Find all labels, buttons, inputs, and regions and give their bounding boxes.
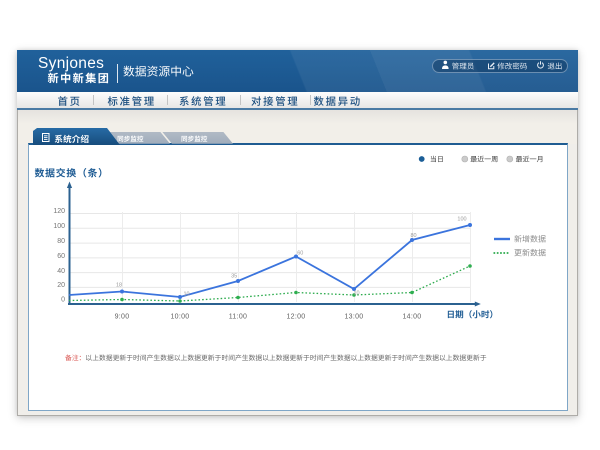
- svg-text:0: 0: [61, 297, 65, 304]
- svg-text:10:00: 10:00: [170, 314, 189, 321]
- svg-text:12:00: 12:00: [286, 314, 305, 321]
- svg-text:80: 80: [410, 233, 416, 239]
- svg-text:11:00: 11:00: [229, 314, 248, 321]
- svg-text:35: 35: [231, 274, 237, 280]
- svg-text:100: 100: [53, 223, 65, 230]
- svg-text:18: 18: [116, 283, 122, 289]
- svg-text:13:00: 13:00: [344, 314, 363, 321]
- svg-text:100: 100: [457, 216, 466, 222]
- svg-text:40: 40: [57, 268, 65, 275]
- svg-text:9:00: 9:00: [115, 314, 130, 321]
- svg-text:80: 80: [57, 238, 65, 245]
- svg-text:10: 10: [353, 290, 359, 296]
- svg-text:10: 10: [183, 292, 189, 298]
- svg-text:60: 60: [297, 251, 303, 257]
- svg-text:60: 60: [57, 253, 65, 260]
- svg-text:120: 120: [53, 208, 65, 215]
- svg-text:20: 20: [57, 282, 65, 289]
- svg-text:14:00: 14:00: [402, 314, 421, 321]
